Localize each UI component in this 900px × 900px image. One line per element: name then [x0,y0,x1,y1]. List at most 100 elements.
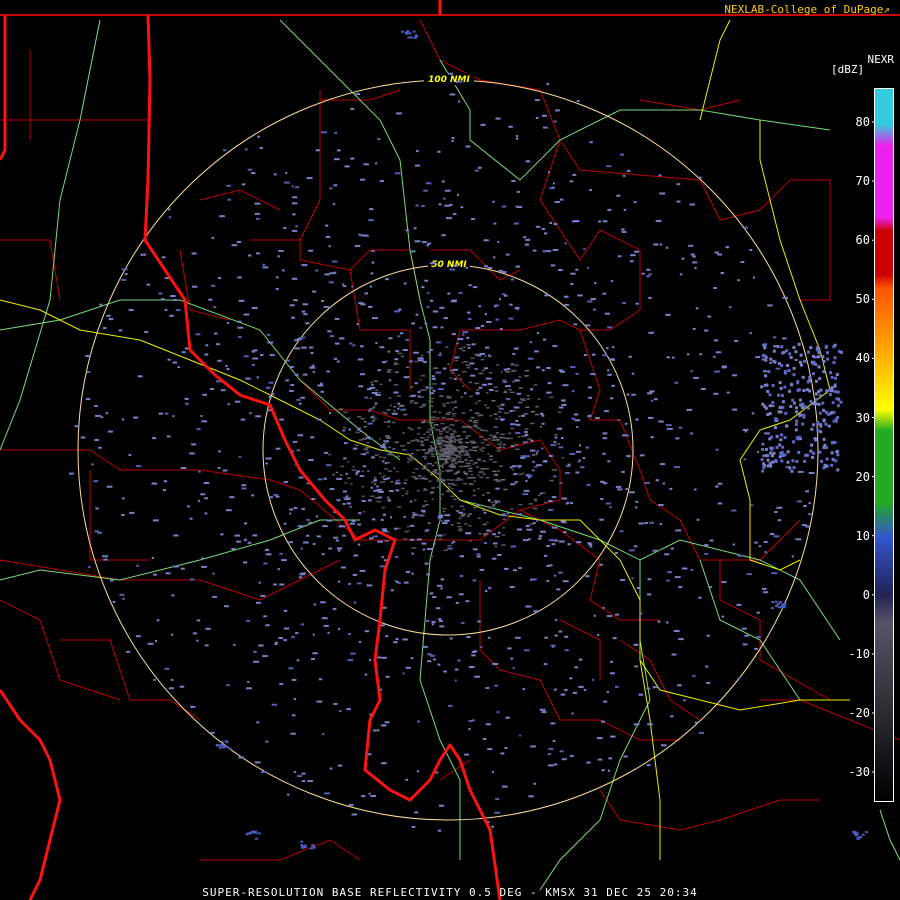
echo-pixel [596,737,603,740]
echo-pixel [561,399,566,402]
echo-pixel [521,455,525,458]
echo-pixel [226,184,231,187]
echo-pixel [769,357,773,361]
echo-pixel [205,627,211,630]
echo-pixel [359,475,365,478]
echo-pixel [502,443,507,446]
echo-pixel [442,405,446,407]
echo-pixel [474,412,480,414]
echo-pixel [344,482,347,484]
echo-pixel [485,467,490,470]
echo-pixel [456,522,461,524]
echo-pixel [480,468,486,470]
echo-pixel [457,445,462,448]
echo-pixel [804,453,808,457]
echo-pixel [466,344,471,346]
echo-pixel [468,720,473,722]
echo-pixel [395,489,400,492]
echo-pixel [246,687,252,690]
echo-pixel [419,437,425,439]
echo-pixel [324,273,330,276]
echo-pixel [377,540,384,543]
echo-pixel [470,416,475,419]
echo-pixel [817,351,821,354]
echo-pixel [516,392,522,395]
echo-pixel [379,383,383,386]
echo-pixel [508,437,513,440]
echo-pixel [458,511,463,514]
echo-pixel [503,488,508,491]
echo-pixel [801,422,805,426]
echo-pixel [449,424,455,426]
echo-pixel [837,349,841,353]
echo-pixel [305,322,310,325]
echo-pixel [485,590,488,592]
echo-pixel [210,388,215,390]
echo-pixel [396,112,402,115]
echo-pixel [587,300,593,303]
echo-pixel [375,162,378,165]
echo-pixel [563,531,567,534]
echo-pixel [410,657,414,660]
echo-pixel [666,621,669,624]
echo-pixel [509,466,513,469]
echo-pixel [570,366,576,369]
echo-pixel [468,456,472,458]
echo-pixel [410,394,417,397]
echo-pixel [615,613,620,616]
echo-pixel [454,400,457,402]
echo-pixel [438,203,442,206]
echo-pixel [799,398,802,402]
echo-pixel [593,614,596,617]
echo-pixel [427,351,431,353]
echo-pixel [498,269,503,272]
echo-pixel [782,337,787,340]
echo-pixel [379,456,382,458]
echo-pixel [506,512,509,515]
echo-pixel [758,545,762,548]
echo-pixel [790,469,794,473]
echo-pixel [226,368,230,371]
echo-pixel [830,386,834,390]
echo-pixel [464,523,468,525]
echo-pixel [298,476,304,479]
echo-pixel [468,666,475,668]
echo-pixel [526,474,533,477]
echo-pixel [416,770,419,773]
echo-pixel [553,475,557,478]
echo-pixel [523,489,530,492]
echo-pixel [459,555,465,558]
echo-pixel [523,539,529,542]
echo-pixel [698,731,705,734]
echo-pixel [241,183,246,186]
echo-pixel [122,597,125,600]
echo-pixel [422,548,426,551]
echo-pixel [439,493,444,496]
echo-pixel [85,355,91,358]
credit-text[interactable]: NEXLAB-College of DuPage [724,3,883,16]
echo-pixel [403,515,406,518]
echo-pixel [309,366,316,369]
echo-pixel [424,458,427,460]
echo-pixel [380,481,386,483]
echo-pixel [486,430,489,432]
echo-pixel [721,581,727,584]
echo-pixel [602,606,605,609]
echo-pixel [449,268,456,271]
echo-pixel [836,404,840,408]
echo-pixel [382,460,385,463]
echo-pixel [554,574,557,577]
echo-pixel [508,125,513,128]
echo-pixel [466,425,471,427]
echo-pixel [419,477,424,480]
echo-pixel [404,479,408,481]
echo-pixel [780,459,784,463]
echo-pixel [473,425,477,427]
echo-pixel [657,620,661,623]
credit-label[interactable]: NEXLAB-College of DuPage↗ [724,3,890,16]
echo-pixel [323,624,329,627]
echo-pixel [676,200,681,203]
echo-pixel [474,382,480,385]
echo-pixel [818,377,822,380]
echo-pixel [690,568,694,571]
